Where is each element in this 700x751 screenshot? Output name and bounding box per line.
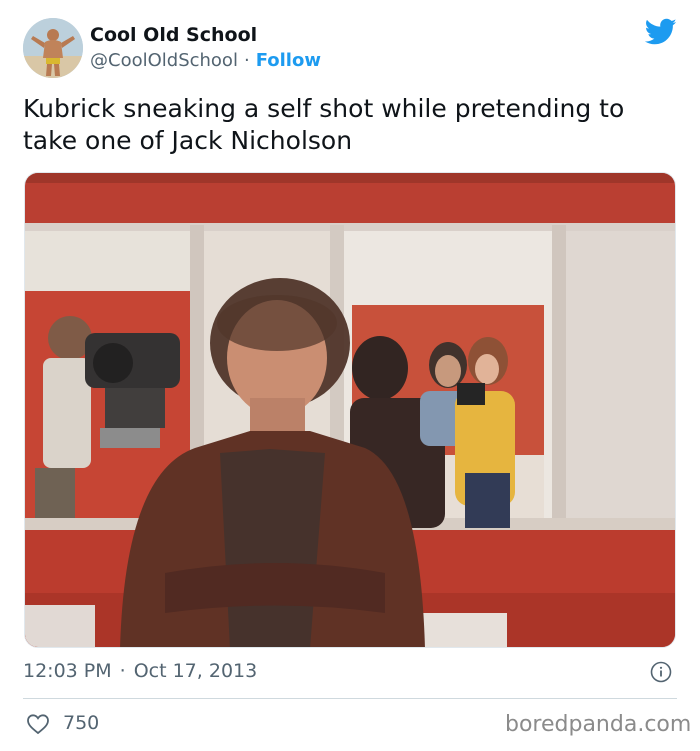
tweet-date: Oct 17, 2013 — [133, 660, 258, 682]
avatar[interactable] — [23, 18, 83, 78]
tweet-time: 12:03 PM — [23, 660, 112, 682]
like-count: 750 — [63, 712, 100, 734]
tweet-text: Kubrick sneaking a self shot while prete… — [23, 94, 625, 155]
tweet-card: Cool Old School @CoolOldSchool · Follow Ku… — [0, 0, 700, 751]
timestamp[interactable]: 12:03 PM · Oct 17, 2013 — [23, 660, 257, 682]
footer-divider — [23, 698, 677, 699]
handle-separator: · — [243, 50, 250, 71]
heart-icon[interactable] — [26, 713, 50, 735]
photo-illustration — [25, 173, 675, 647]
time-separator: · — [119, 660, 126, 682]
twitter-bird-icon[interactable] — [645, 18, 677, 46]
avatar-image — [23, 18, 83, 78]
handle-row: @CoolOldSchool · Follow — [90, 50, 321, 71]
tweet-photo[interactable] — [24, 172, 676, 648]
handle[interactable]: @CoolOldSchool — [90, 50, 238, 71]
info-icon[interactable] — [650, 661, 672, 683]
follow-button[interactable]: Follow — [256, 50, 321, 71]
watermark: boredpanda.com — [505, 712, 692, 737]
display-name[interactable]: Cool Old School — [90, 24, 257, 46]
